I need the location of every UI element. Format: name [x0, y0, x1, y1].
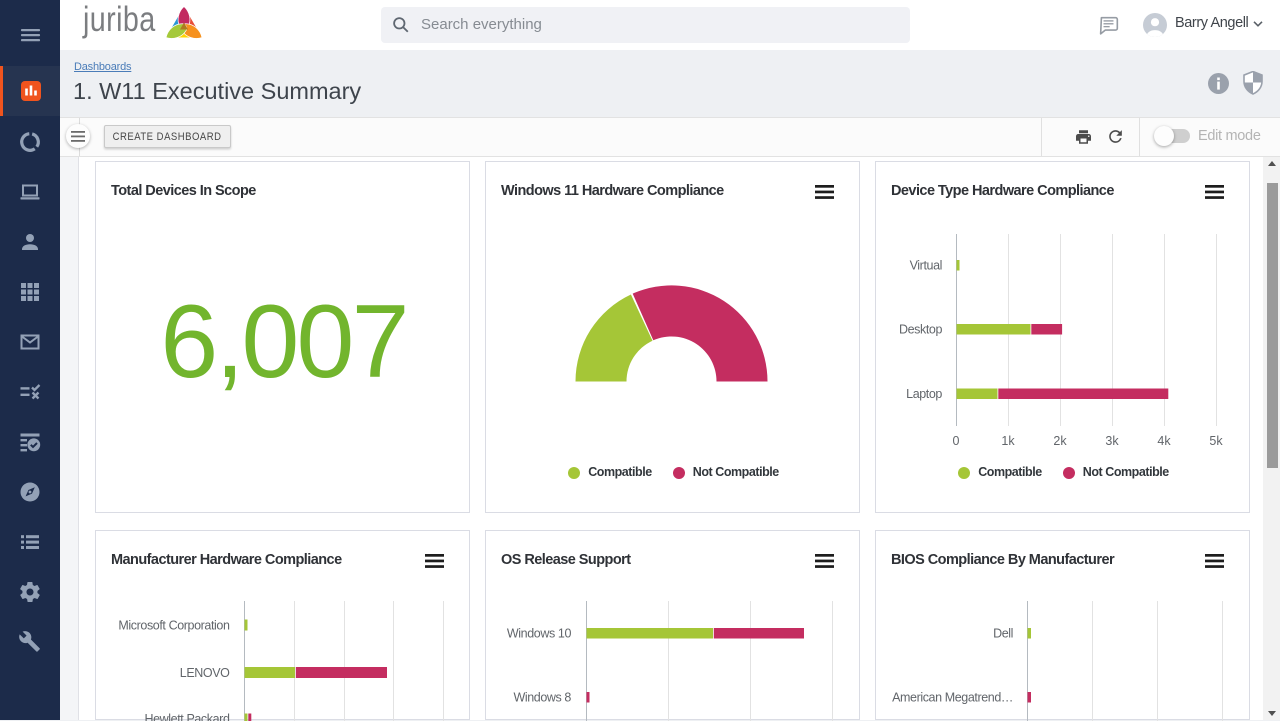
svg-text:Dell: Dell [993, 627, 1013, 641]
svg-text:LENOVO: LENOVO [180, 666, 230, 680]
svg-text:4k: 4k [1157, 434, 1171, 448]
svg-text:1k: 1k [1001, 434, 1015, 448]
svg-text:Desktop: Desktop [899, 323, 943, 337]
svg-text:5k: 5k [1209, 434, 1223, 448]
svg-text:Virtual: Virtual [910, 259, 942, 273]
svg-text:Windows 8: Windows 8 [513, 691, 571, 705]
svg-text:3k: 3k [1105, 434, 1119, 448]
svg-text:Microsoft Corporation: Microsoft Corporation [118, 619, 230, 633]
svg-text:Laptop: Laptop [906, 387, 942, 401]
svg-text:Windows 10: Windows 10 [507, 627, 572, 641]
svg-text:American Megatrend…: American Megatrend… [892, 691, 1013, 705]
svg-text:0: 0 [953, 434, 960, 448]
svg-text:2k: 2k [1053, 434, 1067, 448]
